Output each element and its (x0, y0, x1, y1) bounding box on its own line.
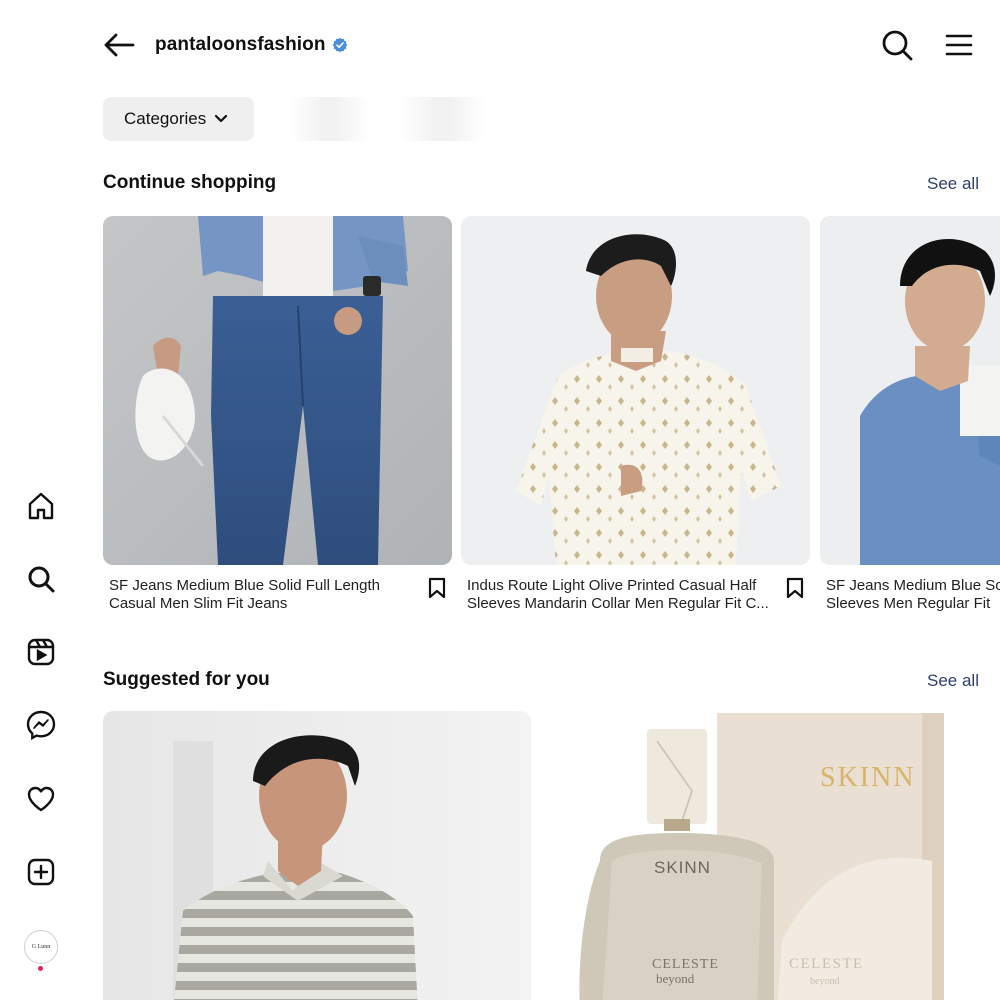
product-image[interactable] (461, 216, 810, 565)
categories-dropdown[interactable]: Categories (103, 97, 254, 141)
box-brand-logo: SKINN (820, 762, 916, 793)
hamburger-menu-icon (945, 34, 973, 56)
avatar-text: G Lunn (31, 944, 51, 950)
section-title-continue-shopping: Continue shopping (103, 172, 277, 193)
chevron-down-icon (215, 114, 228, 123)
product-title[interactable]: SF Jeans Medium Blue So Sleeves Men Regu… (820, 577, 1000, 613)
see-all-link[interactable]: See all (927, 671, 979, 691)
filter-pill-placeholder[interactable] (400, 97, 485, 141)
bookmark-icon[interactable] (426, 577, 448, 599)
suggested-product-card[interactable]: SKINN CELESTE beyond SKINN CELESTE beyon… (552, 711, 980, 1000)
create-icon[interactable] (22, 853, 60, 891)
section-title-suggested: Suggested for you (103, 669, 270, 690)
search-icon (882, 30, 913, 61)
product-image[interactable] (103, 711, 531, 1000)
product-card[interactable]: SF Jeans Medium Blue So Sleeves Men Regu… (820, 216, 1000, 613)
messenger-icon[interactable] (22, 706, 60, 744)
bottle-product-name: CELESTE (652, 957, 719, 972)
back-button[interactable] (100, 26, 138, 64)
heart-icon[interactable] (22, 780, 60, 818)
product-card[interactable]: Indus Route Light Olive Printed Casual H… (461, 216, 810, 613)
product-title[interactable]: SF Jeans Medium Blue Solid Full Length C… (103, 577, 415, 613)
product-card[interactable]: SF Jeans Medium Blue Solid Full Length C… (103, 216, 452, 613)
left-nav-rail: G Lunn (0, 0, 82, 1000)
filter-pill-placeholder[interactable] (290, 97, 370, 141)
bottle-brand: SKINN (654, 858, 711, 877)
search-icon[interactable] (22, 560, 60, 598)
product-title[interactable]: Indus Route Light Olive Printed Casual H… (461, 577, 773, 613)
box-product-name: CELESTE (789, 956, 864, 972)
product-image[interactable] (103, 216, 452, 565)
notification-dot (38, 966, 43, 971)
see-all-link[interactable]: See all (927, 174, 979, 194)
profile-header: pantaloonsfashion (155, 32, 348, 58)
product-image[interactable] (820, 216, 1000, 565)
back-arrow-icon (104, 33, 135, 57)
search-button[interactable] (878, 26, 916, 64)
product-image[interactable]: SKINN CELESTE beyond SKINN CELESTE beyon… (552, 711, 980, 1000)
verified-badge-icon (332, 37, 348, 53)
account-name[interactable]: pantaloonsfashion (155, 34, 326, 56)
bottle-product-sub: beyond (656, 971, 695, 986)
menu-button[interactable] (940, 26, 978, 64)
categories-label: Categories (124, 109, 207, 128)
box-product-sub: beyond (810, 976, 839, 987)
reels-icon[interactable] (22, 633, 60, 671)
suggested-product-card[interactable] (103, 711, 531, 1000)
bookmark-icon[interactable] (784, 577, 806, 599)
profile-avatar[interactable]: G Lunn (24, 930, 58, 964)
home-icon[interactable] (22, 487, 60, 525)
